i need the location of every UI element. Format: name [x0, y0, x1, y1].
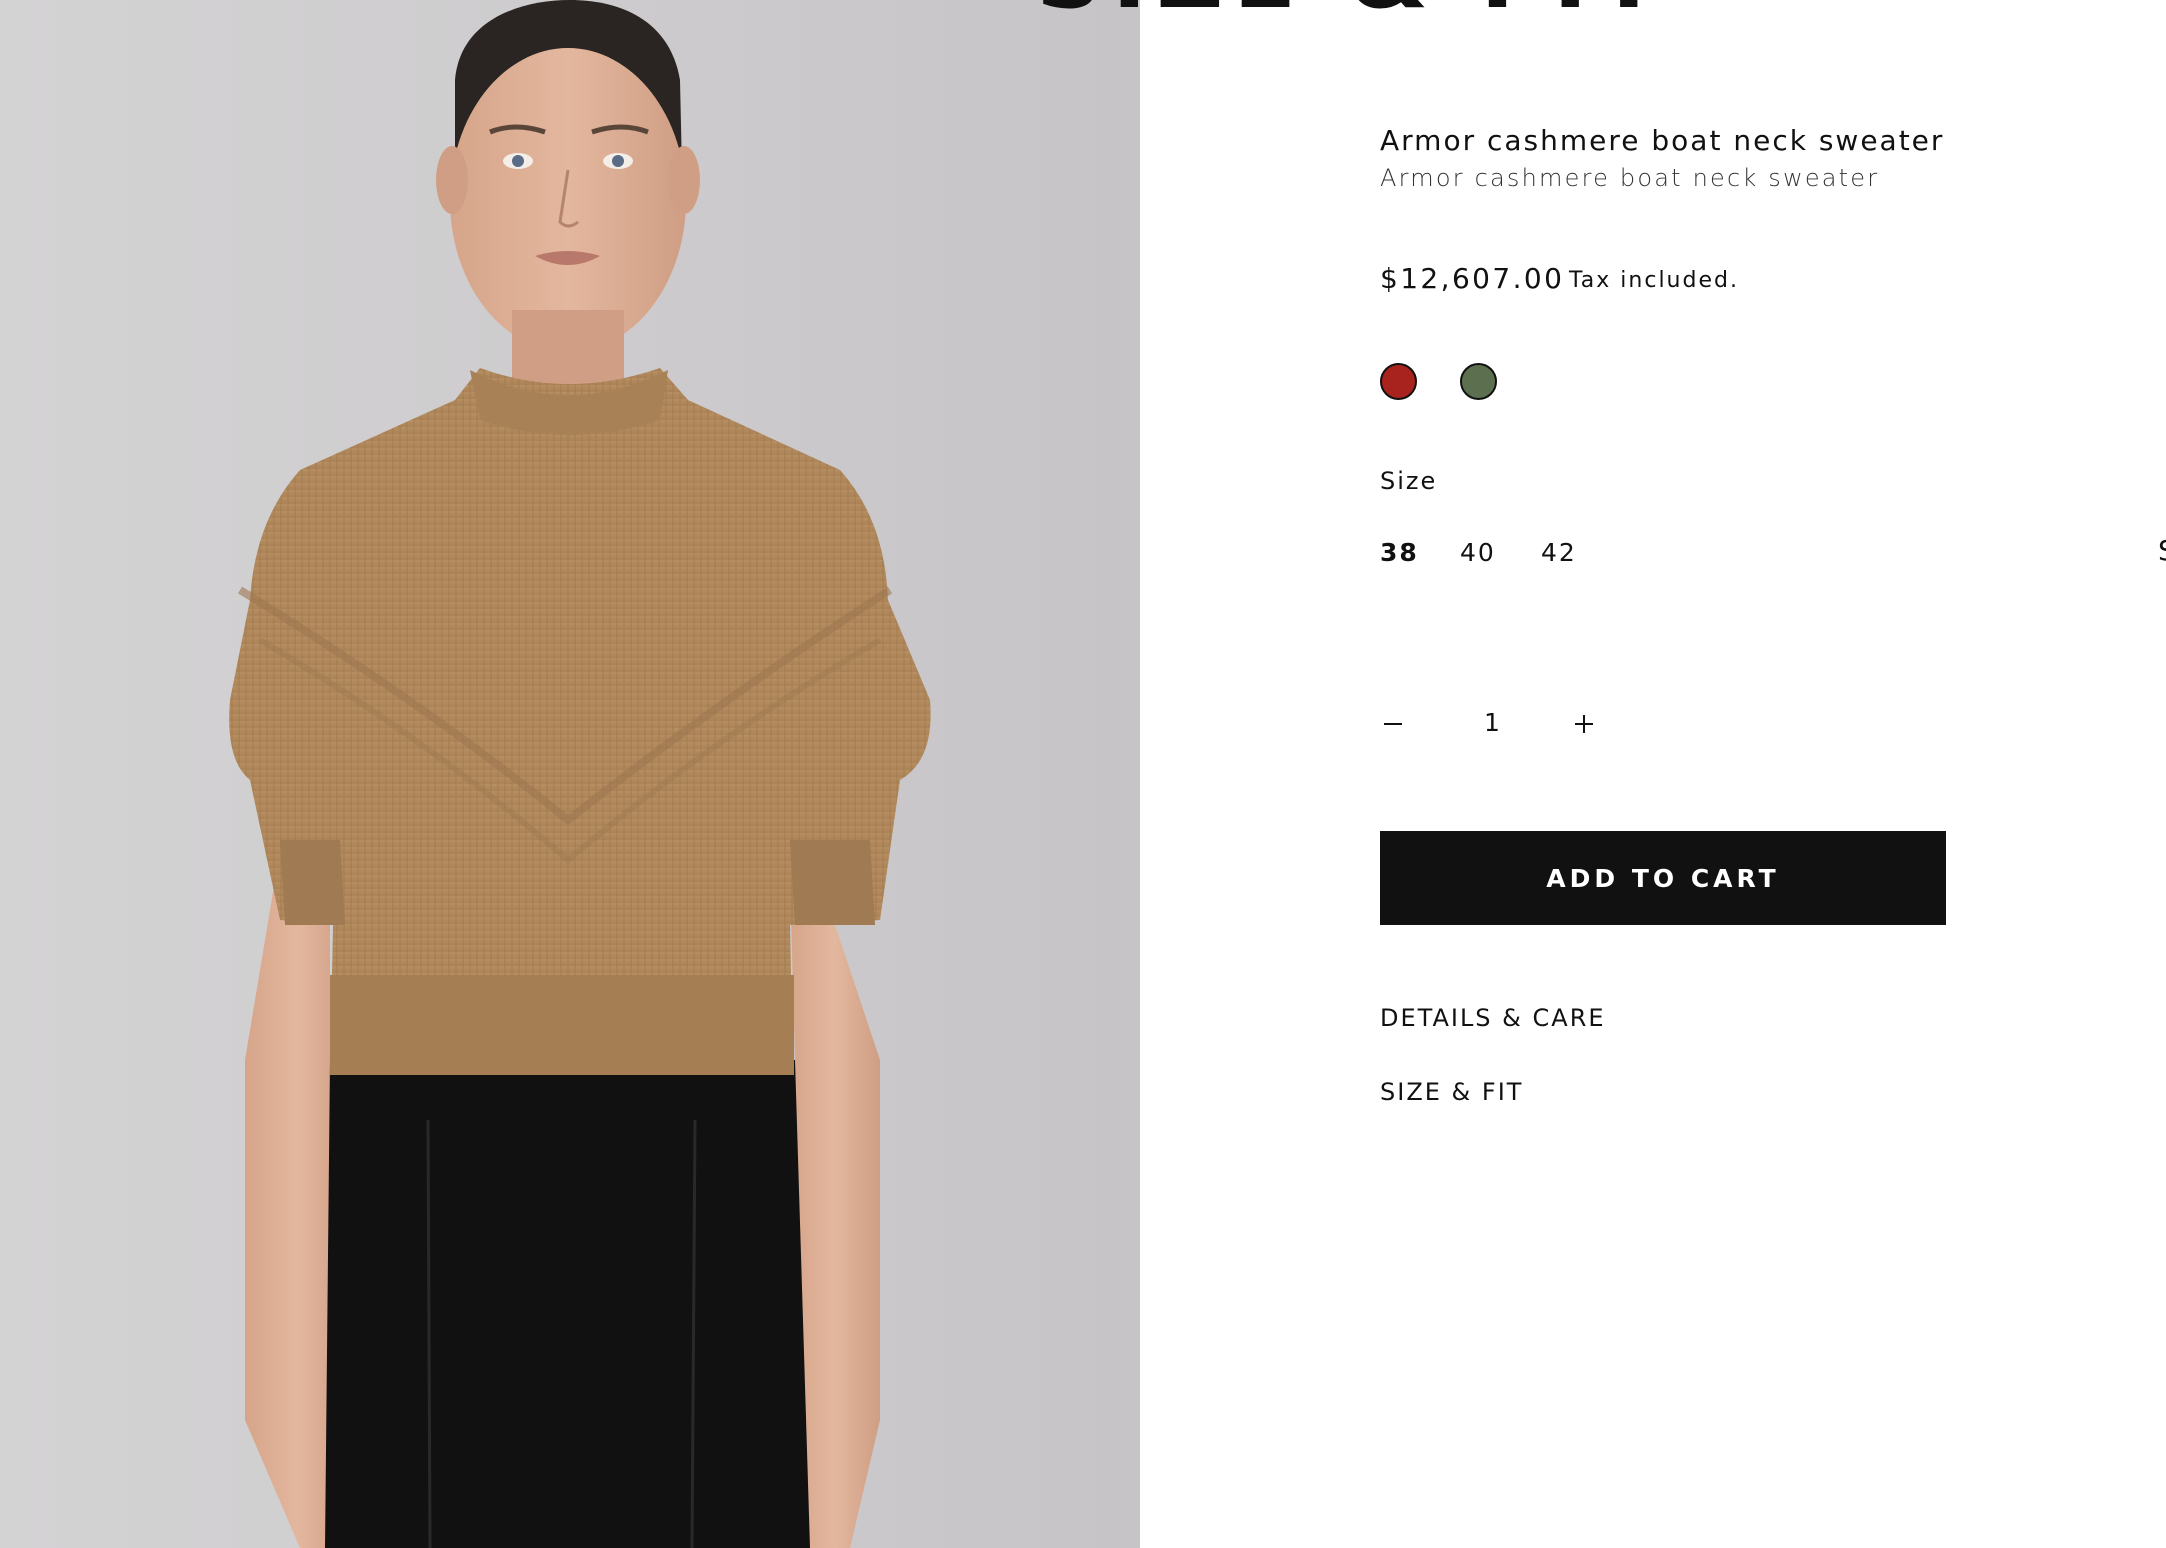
size-option-42[interactable]: 42	[1541, 538, 1577, 567]
size-label: Size	[1380, 467, 1438, 495]
size-option-40[interactable]: 40	[1460, 538, 1496, 567]
edge-cropped-text: S	[2158, 534, 2166, 567]
quantity-value[interactable]: 1	[1484, 708, 1500, 737]
tax-note: Tax included.	[1569, 268, 1739, 293]
model-photo-illustration	[229, 0, 931, 1548]
quantity-increase-button[interactable]	[1572, 708, 1596, 738]
product-subtitle: Armor cashmere boat neck sweater	[1380, 164, 1880, 192]
details-care-accordion[interactable]: DETAILS & CARE	[1380, 1004, 1606, 1032]
product-price: $12,607.00	[1380, 262, 1565, 295]
product-page: SIZE & FIT Armor cashmere boat neck swea…	[0, 0, 2166, 1548]
add-to-cart-button[interactable]: ADD TO CART	[1380, 831, 1946, 925]
size-option-38[interactable]: 38	[1380, 538, 1419, 567]
quantity-decrease-button[interactable]	[1380, 708, 1404, 738]
size-fit-accordion[interactable]: SIZE & FIT	[1380, 1078, 1523, 1106]
size-fit-heading: SIZE & FIT	[1036, 0, 1670, 29]
color-swatch-red[interactable]	[1380, 363, 1417, 400]
product-image[interactable]	[0, 0, 1140, 1548]
product-title: Armor cashmere boat neck sweater	[1380, 124, 1945, 157]
color-swatch-green[interactable]	[1460, 363, 1497, 400]
